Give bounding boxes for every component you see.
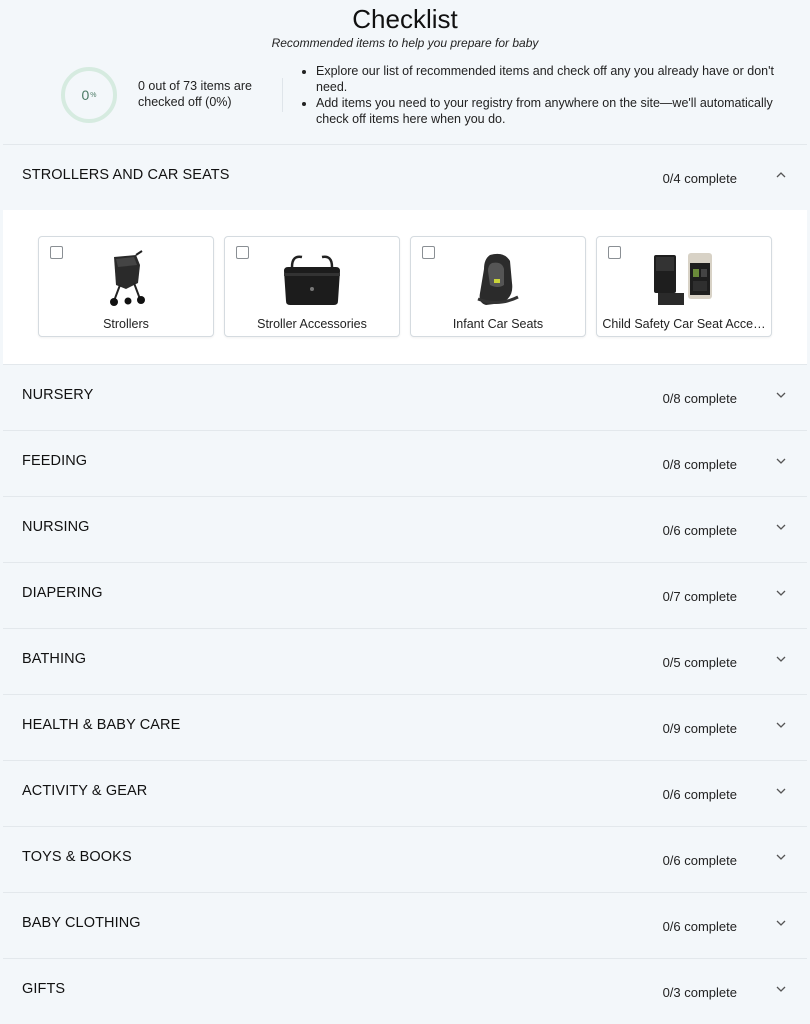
section-name: ACTIVITY & GEAR bbox=[22, 783, 148, 799]
chevron-down-icon[interactable] bbox=[775, 455, 787, 467]
tip-item: Explore our list of recommended items an… bbox=[316, 63, 786, 95]
seat-protector-icon bbox=[654, 253, 712, 305]
card-checkbox[interactable] bbox=[50, 246, 63, 259]
section-name: GIFTS bbox=[22, 981, 66, 997]
card-label: Infant Car Seats bbox=[452, 317, 544, 331]
section-count: 0/6 complete bbox=[662, 853, 737, 868]
section-header-nursing[interactable]: NURSING 0/6 complete bbox=[3, 496, 807, 562]
chevron-down-icon[interactable] bbox=[775, 917, 787, 929]
section-count: 0/5 complete bbox=[662, 655, 737, 670]
chevron-down-icon[interactable] bbox=[775, 587, 787, 599]
progress-summary: 0 out of 73 items are checked off (0%) bbox=[138, 79, 252, 109]
checklist-header: Checklist Recommended items to help you … bbox=[3, 0, 807, 144]
tip-item: Add items you need to your registry from… bbox=[316, 95, 786, 127]
section-count: 0/3 complete bbox=[662, 985, 737, 1000]
page-subtitle: Recommended items to help you prepare fo… bbox=[271, 36, 539, 50]
section-name: DIAPERING bbox=[22, 585, 103, 601]
category-card-child-safety-car-seat-accessories[interactable]: Child Safety Car Seat Acce… bbox=[596, 236, 772, 337]
progress-percent-sign: % bbox=[90, 91, 97, 99]
chevron-down-icon[interactable] bbox=[775, 389, 787, 401]
chevron-down-icon[interactable] bbox=[775, 851, 787, 863]
section-name: BATHING bbox=[22, 651, 87, 667]
chevron-down-icon[interactable] bbox=[775, 719, 787, 731]
card-label: Strollers bbox=[103, 317, 149, 331]
chevron-down-icon[interactable] bbox=[775, 653, 787, 665]
section-count: 0/8 complete bbox=[662, 457, 737, 472]
section-count: 0/6 complete bbox=[662, 787, 737, 802]
section-header-feeding[interactable]: FEEDING 0/8 complete bbox=[3, 430, 807, 496]
card-checkbox[interactable] bbox=[236, 246, 249, 259]
section-name: FEEDING bbox=[22, 453, 88, 469]
chevron-up-icon[interactable] bbox=[775, 169, 787, 181]
chevron-down-icon[interactable] bbox=[775, 983, 787, 995]
section-count: 0/6 complete bbox=[662, 919, 737, 934]
card-checkbox[interactable] bbox=[422, 246, 435, 259]
progress-ring: 0% bbox=[60, 66, 118, 124]
page-title: Checklist bbox=[352, 4, 458, 34]
section-header-strollers-and-car-seats[interactable]: STROLLERS AND CAR SEATS 0/4 complete bbox=[3, 144, 807, 210]
section-name: NURSERY bbox=[22, 387, 94, 403]
section-header-health-baby-care[interactable]: HEALTH & BABY CARE 0/9 complete bbox=[3, 694, 807, 760]
card-label: Stroller Accessories bbox=[257, 317, 367, 331]
car-seat-icon bbox=[477, 253, 519, 305]
tips-list: Explore our list of recommended items an… bbox=[301, 63, 786, 127]
category-cards: Strollers Stroller Accessories Infant Ca… bbox=[38, 236, 772, 337]
header-divider bbox=[282, 78, 283, 112]
section-header-toys-books[interactable]: TOYS & BOOKS 0/6 complete bbox=[3, 826, 807, 892]
section-count: 0/7 complete bbox=[662, 589, 737, 604]
section-header-diapering[interactable]: DIAPERING 0/7 complete bbox=[3, 562, 807, 628]
section-header-nursery[interactable]: NURSERY 0/8 complete bbox=[3, 364, 807, 430]
section-header-bathing[interactable]: BATHING 0/5 complete bbox=[3, 628, 807, 694]
section-name: NURSING bbox=[22, 519, 90, 535]
chevron-down-icon[interactable] bbox=[775, 785, 787, 797]
category-card-infant-car-seats[interactable]: Infant Car Seats bbox=[410, 236, 586, 337]
section-count: 0/8 complete bbox=[662, 391, 737, 406]
section-count: 0/9 complete bbox=[662, 721, 737, 736]
section-name: TOYS & BOOKS bbox=[22, 849, 132, 865]
section-count: 0/4 complete bbox=[662, 171, 737, 186]
progress-percent: 0% bbox=[60, 66, 118, 124]
section-header-activity-gear[interactable]: ACTIVITY & GEAR 0/6 complete bbox=[3, 760, 807, 826]
section-body-strollers-and-car-seats: Strollers Stroller Accessories Infant Ca… bbox=[3, 210, 807, 364]
section-name: HEALTH & BABY CARE bbox=[22, 717, 181, 733]
section-name: STROLLERS AND CAR SEATS bbox=[22, 167, 230, 183]
stroller-icon bbox=[110, 250, 145, 306]
chevron-down-icon[interactable] bbox=[775, 521, 787, 533]
section-name: BABY CLOTHING bbox=[22, 915, 141, 931]
section-count: 0/6 complete bbox=[662, 523, 737, 538]
card-label: Child Safety Car Seat Acce… bbox=[602, 317, 766, 331]
stroller-bag-icon bbox=[284, 255, 340, 305]
section-header-gifts[interactable]: GIFTS 0/3 complete bbox=[3, 958, 807, 1024]
section-header-baby-clothing[interactable]: BABY CLOTHING 0/6 complete bbox=[3, 892, 807, 958]
progress-percent-value: 0 bbox=[81, 87, 90, 103]
category-card-stroller-accessories[interactable]: Stroller Accessories bbox=[224, 236, 400, 337]
checklist-page: Checklist Recommended items to help you … bbox=[3, 0, 807, 1024]
category-card-strollers[interactable]: Strollers bbox=[38, 236, 214, 337]
card-checkbox[interactable] bbox=[608, 246, 621, 259]
